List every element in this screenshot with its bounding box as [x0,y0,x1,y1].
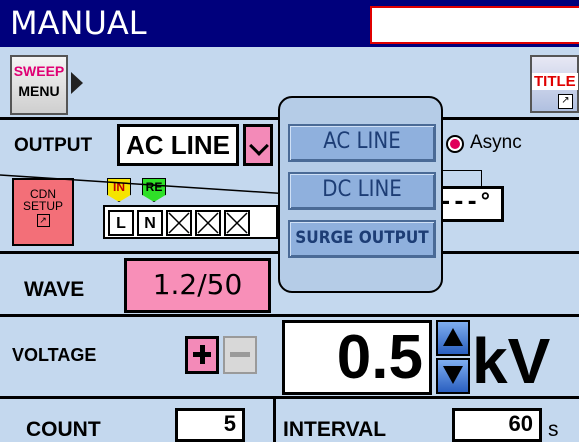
terminal-off-icon[interactable] [224,210,250,236]
arrow-right-icon[interactable] [71,72,83,94]
output-menu-popup: AC LINE DC LINE SURGE OUTPUT [278,96,443,293]
leader-line [0,174,290,195]
chevron-down-icon[interactable] [243,124,273,166]
async-radio[interactable] [446,135,464,153]
wave-select[interactable]: 1.2/50 [124,258,271,313]
increment-up-icon[interactable] [436,320,470,356]
interval-unit: s [548,418,559,441]
menu-item-dc-line[interactable]: DC LINE [288,172,436,210]
title-field [370,6,579,44]
voltage-label: VOLTAGE [12,345,97,365]
terminal-off-icon[interactable] [166,210,192,236]
terminal-n[interactable]: N [137,210,163,236]
popup-icon: ↗ [558,94,573,109]
async-label: Async [470,132,522,153]
count-field[interactable]: 5 [175,408,245,442]
popup-icon: ↗ [36,214,50,227]
terminal-l[interactable]: L [108,210,134,236]
divider [0,314,579,317]
title-button-label: TITLE [532,73,578,90]
interval-label: INTERVAL [283,418,387,441]
terminal-off-icon[interactable] [195,210,221,236]
interval-field[interactable]: 60 [452,408,542,442]
screen-title: MANUAL [10,4,147,42]
wave-label: WAVE [24,278,85,301]
coupling-terminals: L N [103,205,278,239]
plus-button[interactable] [185,336,219,374]
sweep-menu-button[interactable]: SWEEP MENU [10,55,68,115]
cdn-setup-label-2: SETUP [22,199,63,213]
output-select[interactable]: AC LINE [117,124,239,166]
sweep-menu-label-1: SWEEP [13,63,65,79]
voltage-value[interactable]: 0.5 [282,320,432,395]
count-label: COUNT [26,418,101,441]
output-label: OUTPUT [14,135,93,156]
menu-item-ac-line[interactable]: AC LINE [288,124,436,162]
divider [273,396,276,442]
title-button[interactable]: TITLE ↗ [530,55,579,113]
sweep-menu-label-2: MENU [18,83,60,99]
increment-down-icon[interactable] [436,358,470,394]
voltage-unit: kV [472,325,551,397]
minus-button[interactable] [223,336,257,374]
menu-item-surge-output[interactable]: SURGE OUTPUT [288,220,436,258]
